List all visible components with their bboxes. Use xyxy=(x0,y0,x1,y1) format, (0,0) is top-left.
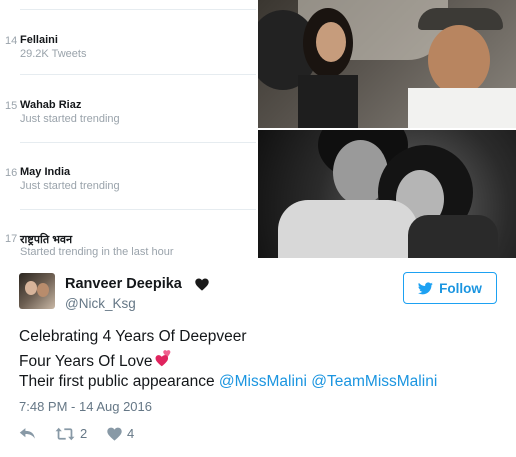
like-icon xyxy=(107,427,122,441)
divider xyxy=(20,74,256,75)
reply-icon xyxy=(19,428,35,439)
trend-rank: 15 xyxy=(5,100,18,112)
two-hearts-icon xyxy=(155,350,170,367)
divider xyxy=(20,9,256,10)
mention-link[interactable]: @TeamMissMalini xyxy=(311,373,437,390)
follow-label: Follow xyxy=(439,280,482,296)
trend-rank: 17 xyxy=(5,233,18,245)
like-button[interactable]: 4 xyxy=(107,426,134,441)
trend-subtitle: Just started trending xyxy=(20,180,120,192)
tweet-timestamp[interactable]: 7:48 PM - 14 Aug 2016 xyxy=(19,399,152,414)
trend-rank: 14 xyxy=(5,35,18,47)
trend-name: राष्ट्रपति भवन xyxy=(20,234,73,246)
tweet-text-line: Four Years Of Love xyxy=(19,350,174,371)
retweet-count: 2 xyxy=(80,426,88,441)
trend-subtitle: Just started trending xyxy=(20,113,120,125)
trending-list: 14 Fellaini 29.2K Tweets 15 Wahab Riaz J… xyxy=(0,0,258,258)
reply-button[interactable] xyxy=(19,426,36,440)
couple-portrait-photo xyxy=(258,130,516,258)
trend-name: Wahab Riaz xyxy=(20,99,82,111)
tweet-text: Their first public appearance xyxy=(19,373,215,390)
divider xyxy=(20,209,256,210)
like-count: 4 xyxy=(127,426,135,441)
handle[interactable]: @Nick_Ksg xyxy=(65,296,136,311)
couple-car-photo xyxy=(258,0,516,128)
trend-subtitle: Started trending in the last hour xyxy=(20,246,174,258)
black-heart-icon xyxy=(195,278,209,291)
retweet-button[interactable]: 2 xyxy=(55,426,87,441)
trend-rank: 16 xyxy=(5,167,18,179)
trend-name: Fellaini xyxy=(20,34,58,46)
tweet-text-line: Celebrating 4 Years Of Deepveer xyxy=(19,328,247,345)
tweet-text: Four Years Of Love xyxy=(19,353,153,370)
mention-link[interactable]: @MissMalini xyxy=(219,373,307,390)
display-name[interactable]: Ranveer Deepika xyxy=(65,276,182,292)
twitter-bird-icon xyxy=(418,281,433,294)
follow-button[interactable]: Follow xyxy=(403,272,497,304)
tweet-text-line: Their first public appearance @MissMalin… xyxy=(19,373,437,391)
trend-subtitle: 29.2K Tweets xyxy=(20,48,87,60)
retweet-icon xyxy=(55,427,75,440)
shared-image-collage[interactable]: 14 Fellaini 29.2K Tweets 15 Wahab Riaz J… xyxy=(0,0,516,258)
avatar[interactable] xyxy=(19,273,55,309)
divider xyxy=(20,142,256,143)
trend-name: May India xyxy=(20,166,71,178)
